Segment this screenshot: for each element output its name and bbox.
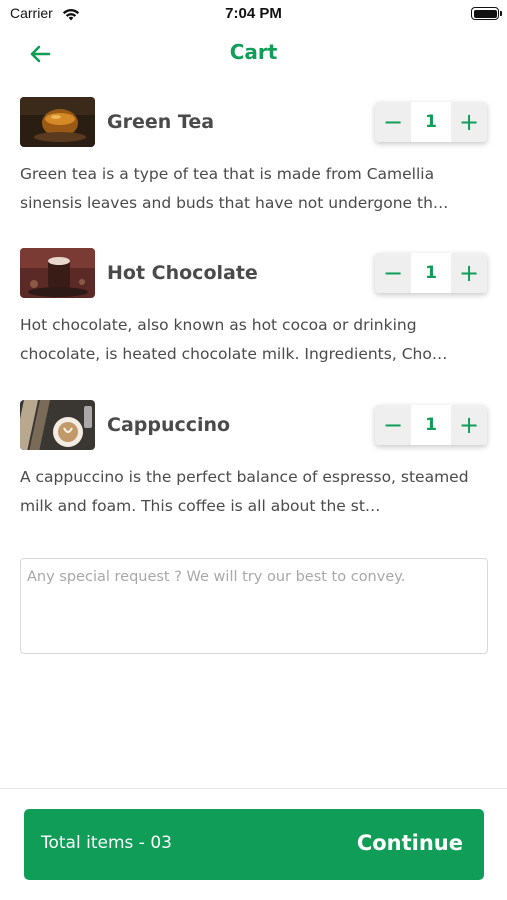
total-items-label: Total items - 03 <box>41 833 172 853</box>
quantity-stepper: − 1 + <box>375 102 487 142</box>
status-bar: Carrier 7:04 PM <box>0 0 507 30</box>
header: Cart <box>0 30 507 80</box>
footer-divider <box>0 788 507 789</box>
quantity-stepper: − 1 + <box>375 253 487 293</box>
quantity-value: 1 <box>425 415 437 435</box>
quantity-stepper: − 1 + <box>375 405 487 445</box>
status-time: 7:04 PM <box>225 5 282 22</box>
item-description: A cappuccino is the perfect balance of e… <box>20 468 469 515</box>
continue-label: Continue <box>356 831 463 855</box>
cart-item-green-tea: Green Tea − 1 + Green tea is a type of t… <box>20 97 488 218</box>
battery-icon <box>471 7 502 20</box>
increase-quantity-button[interactable]: + <box>451 405 487 445</box>
green-tea-thumbnail <box>20 97 95 147</box>
item-description: Green tea is a type of tea that is made … <box>20 165 449 212</box>
cart-item-hot-chocolate: Hot Chocolate − 1 + Hot chocolate, also … <box>20 248 488 369</box>
cappuccino-thumbnail <box>20 400 95 450</box>
quantity-value: 1 <box>425 112 437 132</box>
decrease-quantity-button[interactable]: − <box>375 253 411 293</box>
page-title: Cart <box>229 40 278 64</box>
special-request-input[interactable] <box>20 558 488 654</box>
cart-item-cappuccino: Cappuccino − 1 + A cappuccino is the per… <box>20 400 488 521</box>
increase-quantity-button[interactable]: + <box>451 102 487 142</box>
hot-chocolate-thumbnail <box>20 248 95 298</box>
item-name: Cappuccino <box>107 414 231 436</box>
increase-quantity-button[interactable]: + <box>451 253 487 293</box>
quantity-value: 1 <box>425 263 437 283</box>
item-name: Hot Chocolate <box>107 262 258 284</box>
item-description: Hot chocolate, also known as hot cocoa o… <box>20 316 448 363</box>
decrease-quantity-button[interactable]: − <box>375 405 411 445</box>
item-name: Green Tea <box>107 111 215 133</box>
continue-button[interactable]: Total items - 03 Continue <box>24 809 484 880</box>
decrease-quantity-button[interactable]: − <box>375 102 411 142</box>
